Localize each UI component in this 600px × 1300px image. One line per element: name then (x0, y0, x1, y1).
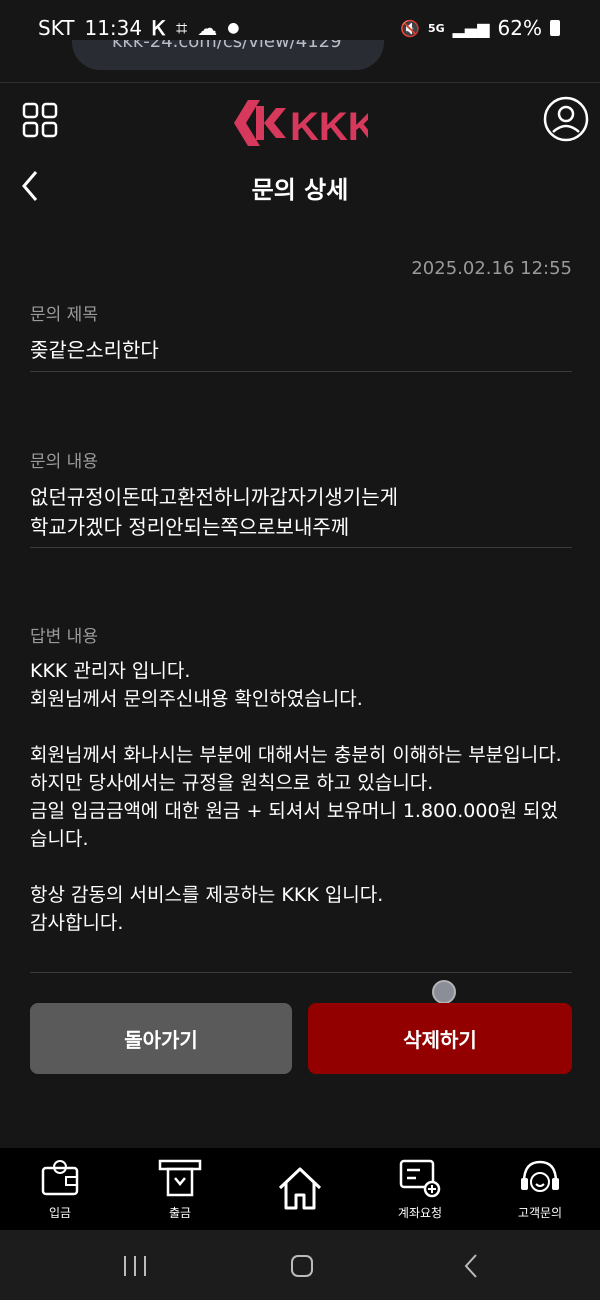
bottom-tab-bar: 입금 출금 계좌요청 고객문의 (0, 1148, 600, 1230)
answer-label: 답변 내용 (30, 627, 98, 647)
signal-icon: ▂▄▆ (452, 18, 490, 38)
tab-deposit[interactable]: 입금 (0, 1148, 120, 1230)
mute-icon: 🔇 (400, 18, 420, 38)
section-divider (30, 371, 572, 372)
network-icon: 5G (427, 21, 445, 35)
atm-icon (158, 1159, 202, 1197)
cloud-icon: ☁ (197, 16, 218, 40)
battery-icon (550, 20, 560, 36)
answer-section: 답변 내용 KKK 관리자 입니다. 회원님께서 문의주신내용 확인하였습니다.… (30, 622, 572, 937)
tab-label: 고객문의 (517, 1206, 563, 1220)
wallet-icon (41, 1160, 79, 1196)
subject-label: 문의 제목 (30, 305, 98, 325)
menu-grid-icon[interactable] (22, 102, 58, 138)
back-button[interactable]: 돌아가기 (30, 1003, 292, 1074)
carrier-label: SKT (38, 16, 75, 40)
section-divider (30, 972, 572, 973)
content-label: 문의 내용 (30, 452, 98, 472)
recent-apps-icon[interactable] (122, 1254, 148, 1278)
brand-logo[interactable]: KKK (234, 96, 377, 154)
app-header: KKK (0, 84, 600, 164)
k-icon: Ꮶ (152, 16, 166, 40)
inquiry-date: 2025.02.16 12:55 (411, 258, 572, 279)
home-icon (278, 1167, 322, 1210)
tab-label: 입금 (48, 1206, 72, 1220)
tab-customer-inquiry[interactable]: 고객문의 (480, 1148, 600, 1230)
back-nav-icon[interactable] (462, 1252, 480, 1280)
subject-section: 문의 제목 좆같은소리한다 (30, 300, 572, 365)
title-bar: 문의 상세 (0, 160, 600, 216)
status-left: SKT 11:34 Ꮶ ⌗ ☁ ● (38, 16, 239, 40)
dot-icon: ● (227, 20, 240, 36)
battery-level: 62% (497, 16, 542, 40)
account-request-icon (399, 1159, 441, 1198)
subject-value: 좆같은소리한다 (30, 338, 159, 362)
answer-value: KKK 관리자 입니다. 회원님께서 문의주신내용 확인하였습니다. 회원님께서… (30, 660, 562, 934)
tab-label: 출금 (168, 1206, 192, 1220)
tab-label: 계좌요청 (397, 1206, 443, 1220)
status-right: 🔇 5G ▂▄▆ 62% (400, 16, 560, 40)
touch-indicator (432, 980, 456, 1004)
content-value: 없던규정이돈따고환전하니까갑자기생기는게 학교가겠다 정리안되는쪽으로보내주께 (30, 485, 398, 539)
tab-account-request[interactable]: 계좌요청 (360, 1148, 480, 1230)
clock: 11:34 (84, 16, 143, 40)
logo-text: KKK (290, 105, 368, 149)
screenshot-icon: ⌗ (175, 16, 188, 40)
headset-icon (521, 1160, 559, 1192)
tab-withdraw[interactable]: 출금 (120, 1148, 240, 1230)
kkk-logo-icon: KKK (234, 100, 377, 149)
delete-button[interactable]: 삭제하기 (308, 1003, 572, 1074)
tab-home[interactable] (240, 1148, 360, 1230)
content-section: 문의 내용 없던규정이돈따고환전하니까갑자기생기는게 학교가겠다 정리안되는쪽으… (30, 447, 572, 542)
user-profile-icon[interactable] (543, 96, 589, 142)
section-divider (30, 547, 572, 548)
status-bar: kkk-24.com/cs/view/4129 SKT 11:34 Ꮶ ⌗ ☁ … (0, 0, 600, 82)
home-nav-icon[interactable] (290, 1254, 314, 1278)
system-nav-bar (0, 1230, 600, 1300)
status-divider (0, 82, 600, 83)
page-title: 문의 상세 (251, 176, 349, 204)
